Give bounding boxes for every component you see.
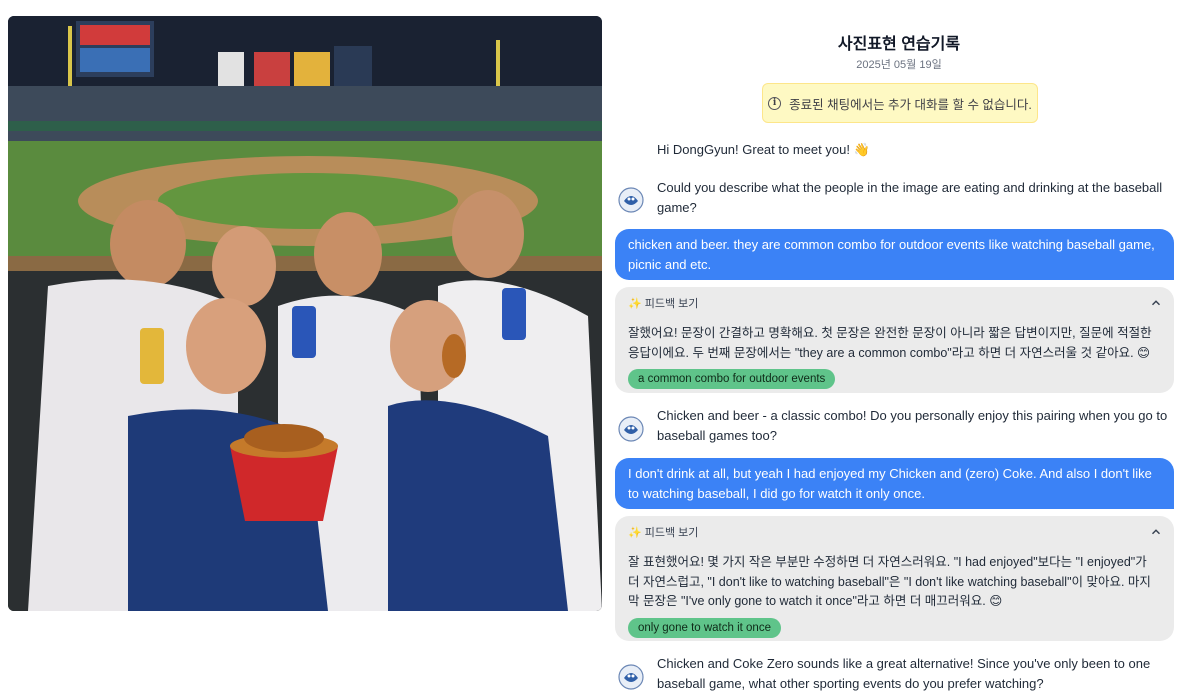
bot-message: Hi DongGyun! Great to meet you! 👋: [657, 142, 870, 157]
feedback-toggle-label: ✨ 피드백 보기: [628, 298, 699, 310]
expression-chip: only gone to watch it once: [628, 617, 781, 638]
expression-chip: a common combo for outdoor events: [628, 369, 836, 389]
record-date: 2025년 05월 19일: [856, 59, 942, 71]
feedback-toggle[interactable]: ✨ 피드백 보기: [628, 295, 1161, 311]
user-message: I don't drink at all, but yeah I had enj…: [615, 458, 1174, 509]
page-title: 사진표현 연습기록: [837, 36, 961, 53]
user-message: chicken and beer. they are common combo …: [615, 229, 1174, 280]
bot-message: Could you describe what the people in th…: [657, 180, 1163, 215]
notice-text: 종료된 채팅에서는 추가 대화를 할 수 없습니다.: [789, 97, 1032, 112]
feedback-text: 잘했어요! 문장이 간결하고 명확해요. 첫 문장은 완전한 문장이 아니라 짧…: [628, 326, 1152, 360]
bot-avatar-icon: [618, 416, 644, 442]
bot-message: Chicken and beer - a classic combo! Do y…: [657, 408, 1168, 443]
bot-avatar-icon: [618, 187, 644, 213]
chevron-up-icon[interactable]: [1151, 298, 1161, 308]
feedback-toggle-label: ✨ 피드백 보기: [628, 527, 699, 539]
bot-avatar-icon: [618, 664, 644, 690]
chat-panel: 사진표현 연습기록 2025년 05월 19일 i 종료된 채팅에서는 추가 대…: [614, 0, 1200, 697]
bot-message: Chicken and Coke Zero sounds like a grea…: [657, 656, 1151, 691]
feedback-toggle[interactable]: ✨ 피드백 보기: [628, 524, 1161, 540]
baseball-fans-photo: [8, 16, 602, 611]
chat-ended-notice: i 종료된 채팅에서는 추가 대화를 할 수 없습니다.: [762, 83, 1038, 123]
feedback-card: ✨ 피드백 보기 잘했어요! 문장이 간결하고 명확해요. 첫 문장은 완전한 …: [615, 287, 1174, 393]
chevron-up-icon[interactable]: [1151, 527, 1161, 537]
feedback-card: ✨ 피드백 보기 잘 표현했어요! 몇 가지 작은 부분만 수정하면 더 자연스…: [615, 516, 1174, 641]
info-icon: i: [768, 96, 782, 110]
practice-photo: [8, 16, 602, 611]
feedback-text: 잘 표현했어요! 몇 가지 작은 부분만 수정하면 더 자연스러워요. "I h…: [628, 555, 1151, 608]
